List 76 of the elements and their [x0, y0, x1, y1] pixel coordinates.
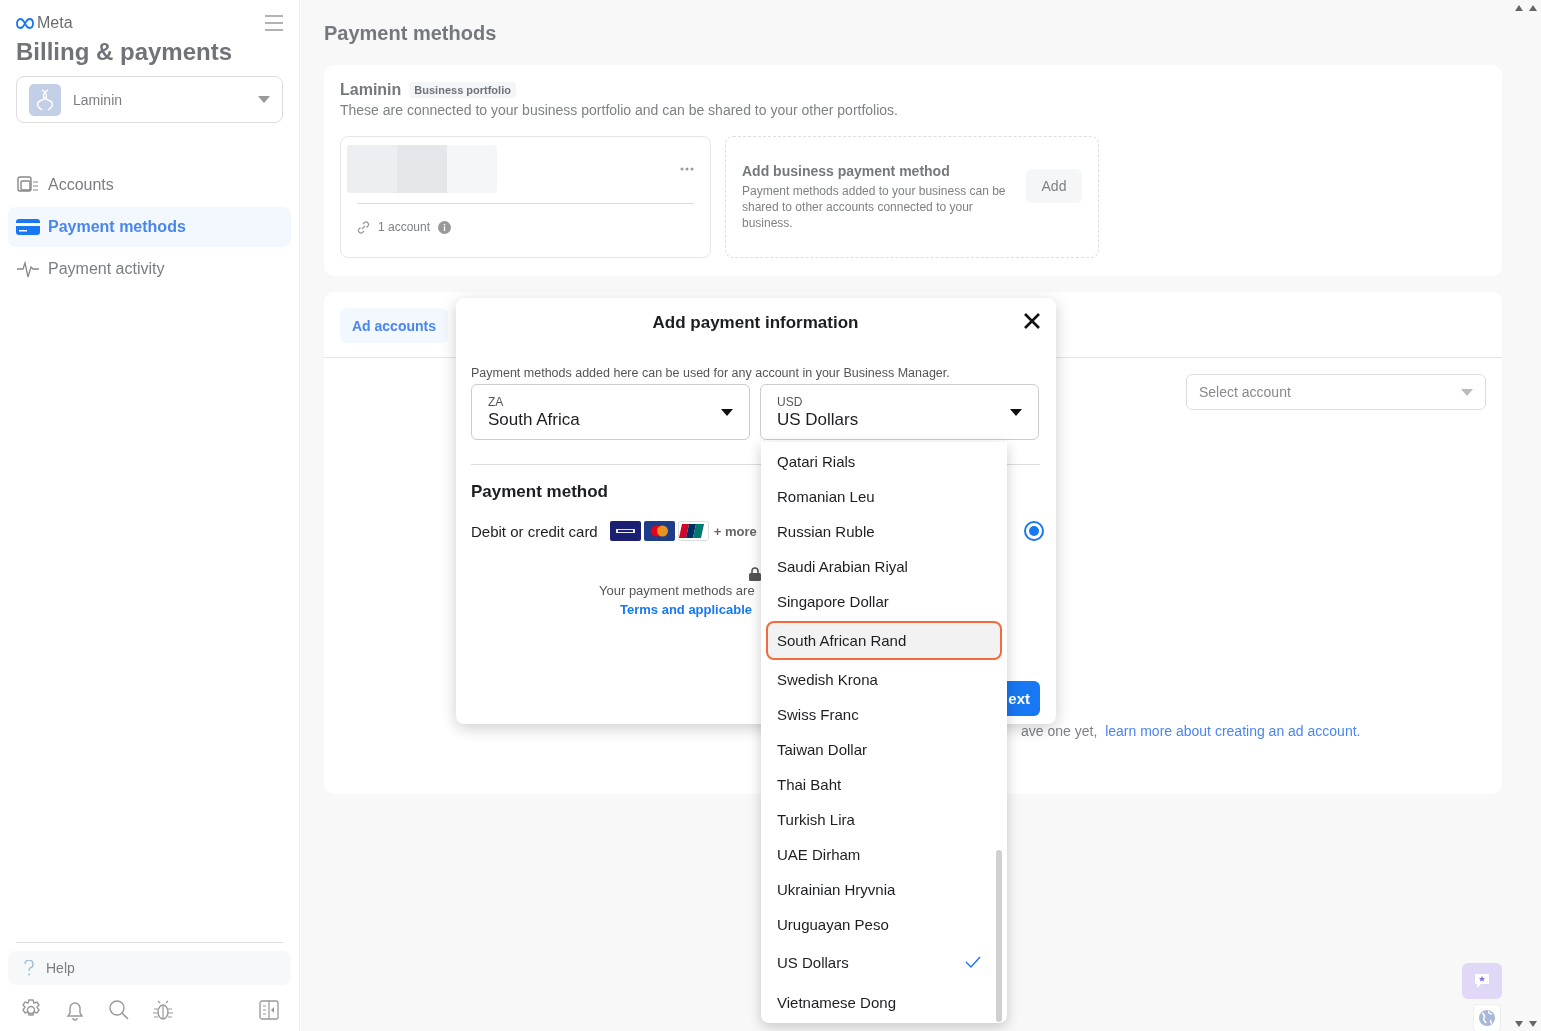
- menu-icon[interactable]: [265, 15, 283, 31]
- select-label: ZA: [488, 394, 505, 409]
- currency-option[interactable]: Saudi Arabian Riyal: [761, 549, 1003, 584]
- currency-option[interactable]: US Dollars: [761, 942, 1003, 982]
- method-label: Debit or credit card: [471, 522, 598, 540]
- page-title: Payment methods: [324, 22, 498, 45]
- portfolio-description: These are connected to your business portfolio and can be shared to your other portfolios.: [340, 102, 899, 118]
- select-value: US Dollars: [777, 409, 860, 430]
- select-value: South Africa: [488, 409, 581, 430]
- dialog-title: Add payment information: [652, 313, 859, 333]
- currency-select[interactable]: USD US Dollars: [760, 384, 1039, 440]
- panel-toggle-icon[interactable]: [259, 1000, 279, 1020]
- currency-option[interactable]: South African Rand: [766, 621, 1002, 660]
- add-method-title: Add business payment method: [742, 163, 951, 179]
- portfolio-badge: Business portfolio: [409, 82, 516, 98]
- scroll-up-icon[interactable]: [1515, 4, 1539, 12]
- bug-icon[interactable]: [152, 999, 174, 1021]
- currency-option[interactable]: Swedish Krona: [761, 662, 1003, 697]
- currency-option[interactable]: Romanian Leu: [761, 479, 1003, 514]
- currency-option[interactable]: Taiwan Dollar: [761, 732, 1003, 767]
- mastercard-icon: [643, 521, 675, 541]
- caret-icon: [1010, 408, 1022, 416]
- brand-name: Meta: [37, 14, 73, 32]
- currency-option[interactable]: Swiss Franc: [761, 697, 1003, 732]
- question-icon: [24, 960, 34, 976]
- currency-option[interactable]: Turkish Lira: [761, 802, 1003, 837]
- currency-option[interactable]: Vietnamese Dong: [761, 982, 1003, 1022]
- bell-icon[interactable]: [64, 999, 86, 1021]
- help-item[interactable]: Help: [8, 951, 291, 985]
- scroll-down-icon[interactable]: [1515, 1020, 1539, 1028]
- nav-item[interactable]: Accounts: [8, 165, 291, 205]
- dialog-description: Payment methods added here can be used for any account in your Business Manager.: [471, 366, 951, 380]
- hint-text: ave one yet,: [1021, 723, 1099, 739]
- language-button[interactable]: [1473, 1004, 1501, 1031]
- infinity-logo-icon: [16, 17, 34, 29]
- currency-option[interactable]: Thai Baht: [761, 767, 1003, 802]
- currency-option[interactable]: Uruguayan Peso: [761, 907, 1003, 942]
- country-select[interactable]: ZA South Africa: [471, 384, 750, 440]
- currency-option[interactable]: Russian Ruble: [761, 514, 1003, 549]
- portfolio-name: Laminin: [340, 81, 402, 99]
- credit-card-icon: [16, 218, 40, 236]
- sidebar-title: Billing & payments: [15, 37, 234, 66]
- nav-item[interactable]: Payment activity: [8, 249, 291, 289]
- add-button[interactable]: Add: [1026, 169, 1082, 203]
- security-note: Your payment methods are: [599, 583, 756, 598]
- chat-icon: [1474, 973, 1490, 989]
- account-count: 1 account: [378, 220, 431, 234]
- pulse-icon: [16, 259, 40, 279]
- currency-option[interactable]: Singapore Dollar: [761, 584, 1003, 619]
- add-method-description: Payment methods added to your business can be shared to other accounts connected to your business.: [742, 183, 1007, 231]
- radio-button[interactable]: [1024, 521, 1044, 541]
- account-selector[interactable]: Laminin: [16, 76, 283, 123]
- help-label: Help: [46, 960, 75, 976]
- caret-icon: [721, 408, 733, 416]
- link-icon: [357, 220, 370, 234]
- caret-icon: [1461, 388, 1473, 396]
- scrollbar-thumb[interactable]: [996, 850, 1002, 1022]
- caret-icon: [258, 96, 270, 103]
- currency-option[interactable]: UAE Dirham: [761, 837, 1003, 872]
- more-cards-label: + more: [713, 523, 757, 539]
- select-label: USD: [777, 394, 804, 409]
- accounts-icon: [16, 175, 40, 195]
- terms-link[interactable]: Terms and applicable: [620, 602, 752, 617]
- section-heading: Payment method: [471, 482, 608, 502]
- search-icon[interactable]: [108, 999, 130, 1021]
- lock-icon: [749, 567, 761, 581]
- close-icon: [1024, 313, 1040, 329]
- unionpay-card-icon: [677, 521, 709, 541]
- more-icon[interactable]: [680, 167, 694, 171]
- currency-option[interactable]: Ukrainian Hryvnia: [761, 872, 1003, 907]
- account-select[interactable]: Select account: [1186, 374, 1486, 410]
- globe-icon: [1478, 1009, 1496, 1027]
- learn-more-link[interactable]: learn more about creating an ad account.: [1105, 723, 1361, 739]
- avatar-icon: [29, 83, 61, 116]
- currency-option[interactable]: Qatari Rials: [761, 444, 1003, 479]
- info-icon[interactable]: [438, 220, 452, 234]
